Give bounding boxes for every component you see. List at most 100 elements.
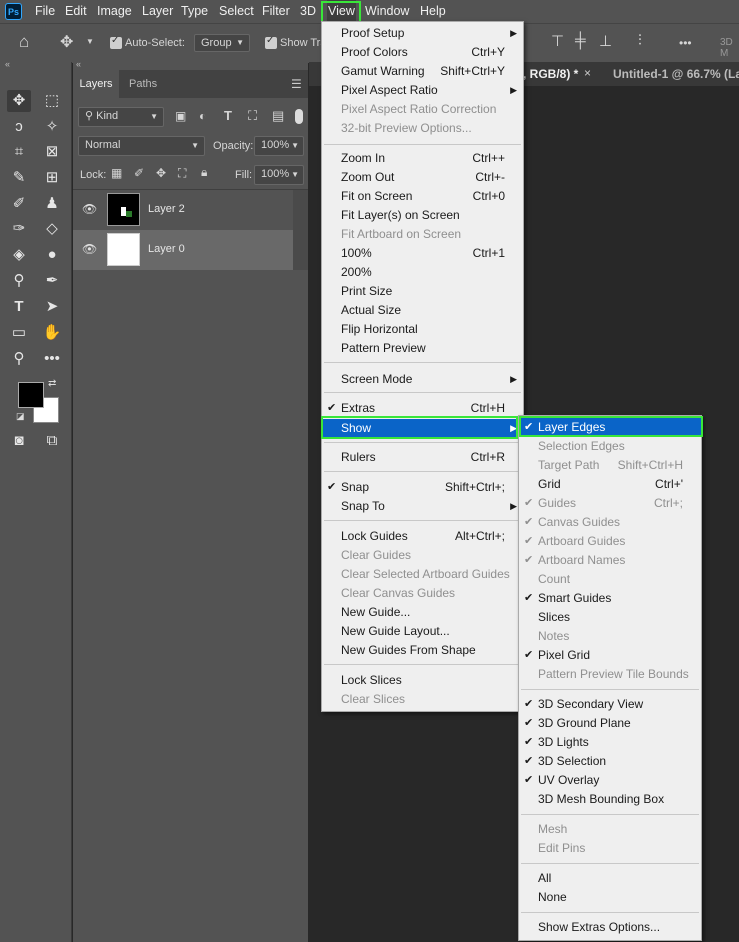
more-tools-icon[interactable]: •••: [40, 348, 64, 370]
menu-item-snap[interactable]: ✔ Snap Shift+Ctrl+;: [322, 478, 523, 497]
menu-item-3d-mesh-bounding-box[interactable]: 3D Mesh Bounding Box: [519, 790, 701, 809]
visibility-eye-icon[interactable]: 👁︎: [82, 202, 97, 216]
menu-help[interactable]: Help: [420, 0, 446, 23]
menu-select[interactable]: Select: [219, 0, 254, 23]
menu-item-zoom-in[interactable]: Zoom In Ctrl++: [322, 149, 523, 168]
visibility-eye-icon[interactable]: 👁︎: [82, 242, 97, 256]
menu-filter[interactable]: Filter: [262, 0, 290, 23]
menu-3d[interactable]: 3D: [300, 0, 316, 23]
lock-artboard-icon[interactable]: ⛶: [178, 166, 186, 181]
menu-item-pixel-aspect-ratio[interactable]: Pixel Aspect Ratio ▶: [322, 81, 523, 100]
move-tool-icon[interactable]: ✥: [7, 90, 31, 112]
document-tab-untitled[interactable]: Untitled-1 @ 66.7% (Lay: [613, 67, 739, 81]
frame-tool-icon[interactable]: ⊠: [40, 141, 64, 163]
dodge-tool-icon[interactable]: ⚲: [7, 270, 31, 292]
fill-field[interactable]: 100% ▼: [254, 165, 304, 185]
menu-item-actual-size[interactable]: Actual Size: [322, 301, 523, 320]
menu-item-show-extras-options[interactable]: Show Extras Options...: [519, 918, 701, 937]
lock-position-icon[interactable]: ✥: [156, 166, 166, 180]
menu-window[interactable]: Window: [365, 0, 409, 23]
auto-select-dropdown[interactable]: Group ▼: [194, 34, 250, 52]
menu-image[interactable]: Image: [97, 0, 132, 23]
screen-mode-icon[interactable]: ⧉: [40, 430, 64, 452]
show-transform-checkbox[interactable]: [265, 35, 277, 49]
marquee-tool-icon[interactable]: ⬚: [40, 90, 64, 112]
panel-menu-icon[interactable]: ☰: [291, 77, 302, 91]
menu-item-new-guide-layout[interactable]: New Guide Layout...: [322, 622, 523, 641]
menu-item-200[interactable]: 200%: [322, 263, 523, 282]
menu-item-pixel-grid[interactable]: ✔ Pixel Grid: [519, 646, 701, 665]
menu-item-none[interactable]: None: [519, 888, 701, 907]
menu-item-proof-setup[interactable]: Proof Setup ▶: [322, 24, 523, 43]
eyedropper-icon[interactable]: ✎: [7, 167, 31, 189]
crop-tool-icon[interactable]: ⌗: [7, 141, 31, 163]
history-brush-icon[interactable]: ✑: [7, 218, 31, 240]
menu-item-fit-on-screen[interactable]: Fit on Screen Ctrl+0: [322, 187, 523, 206]
menu-item-new-guides-from-shape[interactable]: New Guides From Shape: [322, 641, 523, 660]
menu-item-proof-colors[interactable]: Proof Colors Ctrl+Y: [322, 43, 523, 62]
menu-item-100[interactable]: 100% Ctrl+1: [322, 244, 523, 263]
filter-toggle-icon[interactable]: [295, 109, 303, 124]
menu-item-smart-guides[interactable]: ✔ Smart Guides: [519, 589, 701, 608]
filter-type-icon[interactable]: T: [224, 108, 232, 123]
menu-edit[interactable]: Edit: [65, 0, 87, 23]
quick-mask-icon[interactable]: ◙: [7, 430, 31, 452]
menu-item-3d-lights[interactable]: ✔ 3D Lights: [519, 733, 701, 752]
menu-item-snap-to[interactable]: Snap To ▶: [322, 497, 523, 516]
blend-mode-dropdown[interactable]: Normal ▼: [78, 136, 205, 156]
menu-item-pattern-preview[interactable]: Pattern Preview: [322, 339, 523, 358]
move-tool-icon[interactable]: ✥: [60, 32, 73, 52]
brush-tool-icon[interactable]: ✐: [7, 193, 31, 215]
document-tab-active[interactable]: , RGB/8) *: [523, 67, 578, 81]
collapse-icon[interactable]: «: [76, 59, 81, 69]
type-tool-icon[interactable]: T: [7, 296, 31, 318]
align-top-icon[interactable]: ⊤: [551, 32, 564, 50]
menu-item-rulers[interactable]: Rulers Ctrl+R: [322, 448, 523, 467]
menu-item-3d-selection[interactable]: ✔ 3D Selection: [519, 752, 701, 771]
collapse-icon[interactable]: «: [5, 59, 10, 69]
more-options-icon[interactable]: •••: [679, 36, 692, 50]
menu-item-lock-slices[interactable]: Lock Slices: [322, 671, 523, 690]
hand-tool-icon[interactable]: ✋: [40, 322, 64, 344]
menu-item-lock-guides[interactable]: Lock Guides Alt+Ctrl+;: [322, 527, 523, 546]
menu-item-gamut-warning[interactable]: Gamut Warning Shift+Ctrl+Y: [322, 62, 523, 81]
eraser-icon[interactable]: ◇: [40, 218, 64, 240]
filter-pixel-icon[interactable]: ▣: [175, 109, 186, 123]
filter-smart-object-icon[interactable]: ▤: [272, 108, 284, 124]
menu-item-all[interactable]: All: [519, 869, 701, 888]
lasso-tool-icon[interactable]: ↄ: [7, 116, 31, 138]
auto-select-checkbox[interactable]: [110, 35, 122, 49]
stamp-tool-icon[interactable]: ♟: [40, 193, 64, 215]
menu-item-uv-overlay[interactable]: ✔ UV Overlay: [519, 771, 701, 790]
menu-item-print-size[interactable]: Print Size: [322, 282, 523, 301]
filter-shape-icon[interactable]: ⛶: [248, 108, 257, 124]
opacity-field[interactable]: 100% ▼: [254, 136, 304, 156]
layer-row-layer-0[interactable]: 👁︎ Layer 0: [73, 230, 293, 270]
align-middle-icon[interactable]: ╪: [575, 32, 586, 49]
menu-item-new-guide[interactable]: New Guide...: [322, 603, 523, 622]
home-icon[interactable]: ⌂: [19, 32, 29, 52]
foreground-color-swatch[interactable]: [18, 382, 44, 408]
tab-layers[interactable]: Layers: [73, 70, 119, 98]
rectangle-tool-icon[interactable]: ▭: [7, 322, 31, 344]
menu-item-flip-horizontal[interactable]: Flip Horizontal: [322, 320, 523, 339]
tab-paths[interactable]: Paths: [129, 70, 157, 98]
menu-item-slices[interactable]: Slices: [519, 608, 701, 627]
paint-bucket-icon[interactable]: ◈: [7, 244, 31, 266]
menu-layer[interactable]: Layer: [142, 0, 173, 23]
lock-pixels-icon[interactable]: ✐: [134, 166, 144, 180]
layer-row-layer-2[interactable]: 👁︎ Layer 2: [73, 190, 293, 230]
layer-filter-dropdown[interactable]: ⚲ Kind ▼: [78, 107, 164, 127]
align-bottom-icon[interactable]: ⊥: [599, 32, 612, 50]
filter-adjustment-icon[interactable]: ◐: [199, 109, 206, 123]
zoom-tool-icon[interactable]: ⚲: [7, 348, 31, 370]
menu-item-zoom-out[interactable]: Zoom Out Ctrl+-: [322, 168, 523, 187]
close-tab-icon[interactable]: ×: [584, 66, 591, 80]
menu-item-3d-ground-plane[interactable]: ✔ 3D Ground Plane: [519, 714, 701, 733]
swap-colors-icon[interactable]: ⇄: [48, 378, 56, 389]
layers-scrollbar[interactable]: [293, 190, 308, 270]
lock-transparent-icon[interactable]: ▦: [111, 166, 122, 180]
menu-item-screen-mode[interactable]: Screen Mode ▶: [322, 370, 523, 389]
magic-wand-icon[interactable]: ✧: [40, 116, 64, 138]
default-colors-icon[interactable]: ◪: [16, 411, 25, 422]
